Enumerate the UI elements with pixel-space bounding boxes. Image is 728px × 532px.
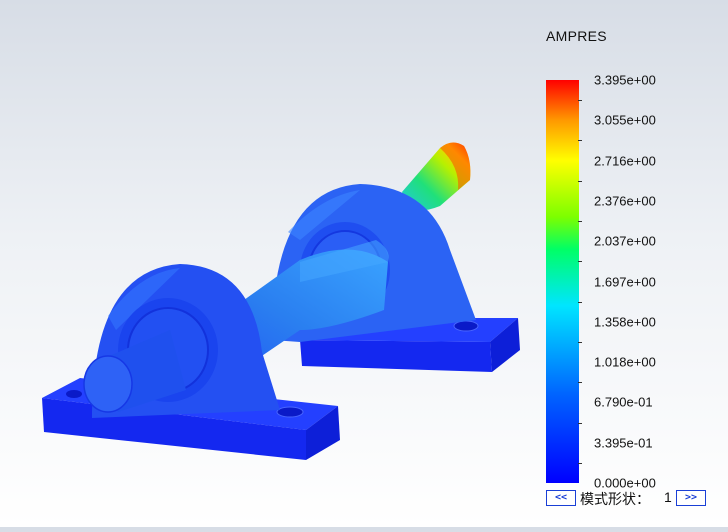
scale-tick-mark	[578, 382, 582, 384]
scale-tick-mark	[578, 180, 582, 182]
scale-tick-label: 2.716e+00	[594, 153, 656, 169]
scale-tick-label: 3.055e+00	[594, 112, 656, 128]
previous-mode-button[interactable]: <<	[546, 490, 576, 506]
scale-tick-mark	[578, 140, 582, 142]
scale-tick-label: 3.395e+00	[594, 72, 656, 88]
scale-tick-label: 3.395e-01	[594, 435, 653, 451]
scale-tick-label: 1.697e+00	[594, 274, 656, 289]
model-viewport[interactable]	[0, 0, 530, 527]
scale-tick-mark	[578, 462, 582, 464]
scale-tick-label: 2.376e+00	[594, 193, 656, 209]
right-base-front	[300, 340, 492, 372]
color-scale-bar	[546, 80, 579, 483]
scale-tick-label: 2.037e+00	[594, 233, 656, 249]
scale-tick-mark	[578, 341, 582, 343]
scale-tick-mark	[578, 221, 582, 223]
scale-tick-mark	[578, 100, 582, 102]
scale-tick-mark	[578, 261, 582, 263]
shaft-assembly-model	[42, 142, 520, 460]
mode-number: 1	[664, 489, 672, 505]
scale-tick-label: 6.790e-01	[594, 394, 653, 410]
legend-title: AMPRES	[546, 28, 607, 44]
next-mode-button[interactable]: >>	[676, 490, 706, 506]
mode-shape-label: 模式形状：	[580, 491, 650, 507]
scale-tick-label: 1.018e+00	[594, 354, 656, 370]
scale-tick-label: 1.358e+00	[594, 314, 656, 330]
mode-shape-bar: << 模式形状： 1 >>	[544, 489, 728, 507]
scale-tick-mark	[578, 301, 582, 303]
scale-tick-mark	[578, 422, 582, 424]
